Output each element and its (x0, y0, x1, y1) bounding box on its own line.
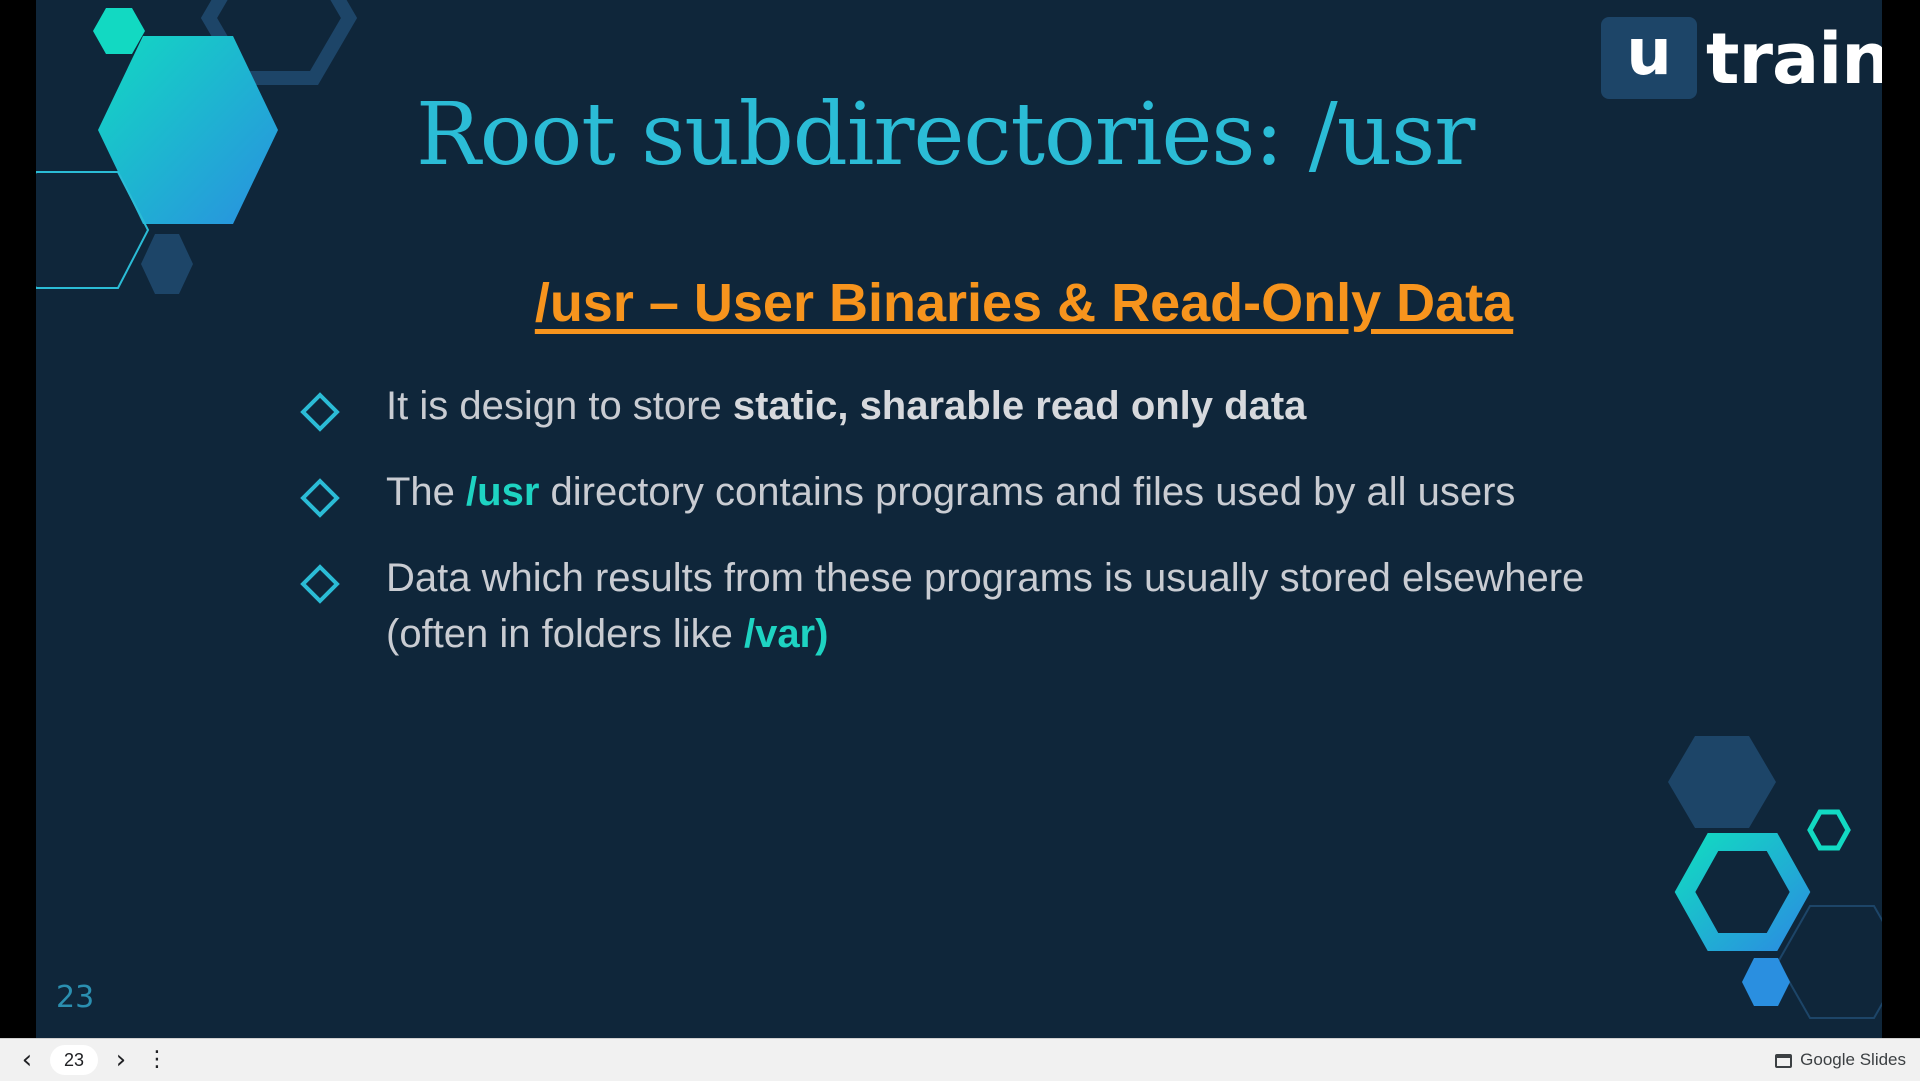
google-slides-link[interactable]: Google Slides (1775, 1049, 1906, 1071)
slide-title: Root subdirectories: /usr (416, 85, 1475, 185)
hexagon-shape (93, 8, 145, 54)
chevron-left-icon[interactable]: ‹ (12, 1045, 42, 1075)
bullet-emphasis: static, sharable read only data (732, 384, 1307, 428)
hexagon-shape (1668, 736, 1776, 828)
hexagon-shape (1776, 905, 1882, 1019)
hexagon-shape (98, 36, 278, 224)
bullet-text: Data which results from these programs i… (386, 556, 1585, 656)
bullet-text: The /usr directory contains programs and… (386, 470, 1516, 514)
presentation-toolbar: ‹ 23 › ⋮ Google Slides (0, 1038, 1920, 1081)
chevron-right-icon[interactable]: › (106, 1045, 136, 1075)
path-highlight: /var) (743, 612, 829, 656)
slide-subtitle: /usr – User Binaries & Read-Only Data (534, 273, 1514, 333)
page-number-input[interactable]: 23 (50, 1045, 98, 1075)
more-vert-icon[interactable]: ⋮ (142, 1045, 172, 1075)
utrain-logo-word: train (1706, 18, 1882, 100)
hexagon-shape (1674, 833, 1811, 951)
hexagon-shape (1742, 958, 1790, 1006)
hexagon-shape (141, 234, 193, 294)
bullet-text: It is design to store static, sharable r… (386, 384, 1307, 428)
slide-number: 23 (56, 980, 95, 1015)
hexagon-shape (1807, 809, 1851, 851)
slides-icon (1775, 1054, 1793, 1068)
path-highlight: /usr (466, 470, 540, 514)
slide-canvas: u train Root subdirectories: /usr /usr –… (36, 0, 1882, 1038)
